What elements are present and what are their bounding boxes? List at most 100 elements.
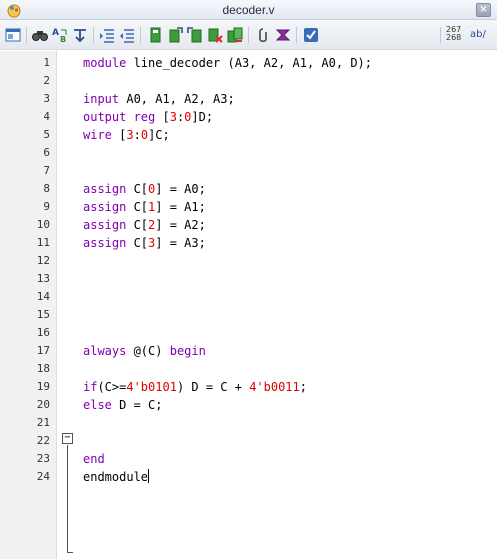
code-keyword: end [83, 452, 105, 466]
line-number: 13 [36, 272, 50, 285]
code-text: (C>= [97, 380, 127, 394]
fold-toggle-icon[interactable]: − [62, 433, 73, 444]
code-text: ] = A3; [155, 236, 206, 250]
code-keyword: always [83, 344, 127, 358]
line-number: 20 [36, 398, 50, 411]
code-number: 3 [169, 110, 177, 124]
code-line[interactable]: assign C[2] = A2; [83, 216, 206, 234]
code-line[interactable]: assign C[1] = A1; [83, 198, 206, 216]
code-text: C[ [126, 218, 149, 232]
toolbar-separator [248, 27, 249, 43]
replace-icon[interactable]: AB [51, 26, 69, 44]
window-title: decoder.v [222, 3, 275, 17]
code-text: ] = A0; [155, 182, 206, 196]
code-number: 3 [126, 128, 134, 142]
code-text: : [133, 128, 141, 142]
title-bar: decoder.v × [0, 0, 497, 20]
line-number: 9 [43, 200, 50, 213]
code-text: D = C; [111, 398, 163, 412]
line-number: 10 [36, 218, 50, 231]
code-keyword: assign [83, 236, 127, 250]
window-icon[interactable] [4, 26, 22, 44]
code-editor[interactable]: − module line_decoder (A3, A2, A1, A0, D… [58, 51, 497, 559]
goto-icon[interactable] [71, 26, 89, 44]
line-number: 8 [43, 182, 50, 195]
clear-bookmark-icon[interactable] [206, 26, 224, 44]
code-line[interactable]: module line_decoder (A3, A2, A1, A0, D); [83, 54, 372, 72]
indent-icon[interactable] [98, 26, 116, 44]
line-number: 21 [36, 416, 50, 429]
code-text: C[ [126, 200, 149, 214]
line-number: 22 [36, 434, 50, 447]
toolbar-separator [140, 27, 141, 43]
find-icon[interactable] [31, 26, 49, 44]
code-keyword: assign [83, 200, 127, 214]
close-button[interactable]: × [476, 3, 491, 17]
line-number: 16 [36, 326, 50, 339]
line-number: 5 [43, 128, 50, 141]
bookmarks-list-icon[interactable] [226, 26, 244, 44]
line-count-bottom: 268 [446, 33, 462, 42]
attach-icon[interactable] [254, 26, 272, 44]
outdent-icon[interactable] [118, 26, 136, 44]
line-number: 17 [36, 344, 50, 357]
fold-guide [67, 445, 68, 553]
code-number: 4'b0011 [249, 380, 300, 394]
line-number: 11 [36, 236, 50, 249]
code-keyword: wire [83, 128, 112, 142]
toolbar: AB 267 268 ab/ [0, 20, 497, 50]
toolbar-separator [296, 27, 297, 43]
code-text: ) D = C + [176, 380, 250, 394]
code-text: ] = A1; [155, 200, 206, 214]
line-number: 19 [36, 380, 50, 393]
code-keyword: output reg [83, 110, 156, 124]
code-keyword: else [83, 398, 112, 412]
bookmark-icon[interactable] [146, 26, 164, 44]
code-keyword: module [83, 56, 127, 70]
macro-icon[interactable] [274, 26, 292, 44]
code-line[interactable]: always @(C) begin [83, 342, 206, 360]
code-keyword: assign [83, 182, 127, 196]
line-number: 1 [43, 56, 50, 69]
code-text: C[ [126, 236, 149, 250]
svg-text:A: A [52, 28, 59, 38]
code-text: line_decoder (A3, A2, A1, A0, D); [126, 56, 372, 70]
code-line[interactable]: else D = C; [83, 396, 162, 414]
line-number: 6 [43, 146, 50, 159]
code-line[interactable]: output reg [3:0]D; [83, 108, 213, 126]
code-text: [ [155, 110, 170, 124]
code-line[interactable]: if(C>=4'b0101) D = C + 4'b0011; [83, 378, 307, 396]
next-bookmark-icon[interactable] [166, 26, 184, 44]
line-number: 12 [36, 254, 50, 267]
line-number: 14 [36, 290, 50, 303]
code-text: @(C) [126, 344, 170, 358]
code-text: ; [299, 380, 307, 394]
line-number: 3 [43, 92, 50, 105]
code-text: endmodule [83, 470, 149, 484]
line-number: 24 [36, 470, 50, 483]
line-number: 7 [43, 164, 50, 177]
toolbar-separator [440, 27, 441, 43]
code-text: ]C; [148, 128, 170, 142]
code-keyword: assign [83, 218, 127, 232]
code-keyword: begin [169, 344, 206, 358]
toolbar-separator [26, 27, 27, 43]
code-line[interactable]: endmodule [83, 468, 150, 486]
code-keyword: input [83, 92, 120, 106]
check-icon[interactable] [302, 26, 320, 44]
toolbar-separator [93, 27, 94, 43]
word-wrap-button[interactable]: ab/ [470, 29, 486, 40]
line-count-indicator: 267 268 [446, 26, 461, 42]
line-number: 23 [36, 452, 50, 465]
code-line[interactable]: wire [3:0]C; [83, 126, 170, 144]
code-line[interactable]: input A0, A1, A2, A3; [83, 90, 235, 108]
code-text: [ [111, 128, 127, 142]
code-line[interactable]: assign C[3] = A3; [83, 234, 206, 252]
code-line[interactable]: assign C[0] = A0; [83, 180, 206, 198]
fold-guide-end [67, 552, 73, 553]
prev-bookmark-icon[interactable] [186, 26, 204, 44]
code-text: C[ [126, 182, 149, 196]
code-line[interactable]: end [83, 450, 105, 468]
svg-text:B: B [60, 35, 66, 44]
line-number: 18 [36, 362, 50, 375]
